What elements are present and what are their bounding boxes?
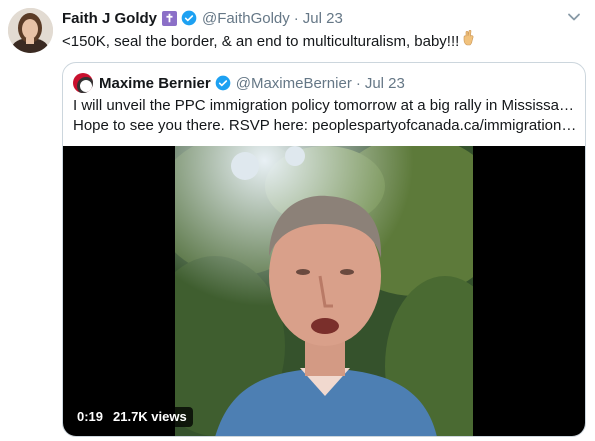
video-thumbnail <box>175 146 473 436</box>
quoted-tweet-card[interactable]: Maxime Bernier @MaximeBernier · Jul 23 I… <box>62 62 586 437</box>
tweet-timestamp[interactable]: Jul 23 <box>303 10 343 27</box>
quoted-author-handle: @MaximeBernier <box>235 74 352 92</box>
tweet-header: Faith J Goldy ✝ @FaithGoldy · Jul 23 <box>62 7 595 29</box>
tweet-body: <150K, seal the border, & an end to mult… <box>62 29 585 52</box>
video-player[interactable]: 0:19 21.7K views <box>63 146 585 436</box>
avatar-image <box>8 8 53 53</box>
quoted-text-line-1: I will unveil the PPC immigration policy… <box>73 97 578 114</box>
latin-cross-icon: ✝ <box>162 10 178 26</box>
quoted-text-line-2: Hope to see you there. RSVP here: people… <box>73 117 578 134</box>
quoted-author-avatar <box>73 73 93 93</box>
separator-dot: · <box>355 74 361 92</box>
crossed-fingers-icon <box>463 29 476 51</box>
author-handle[interactable]: @FaithGoldy <box>202 10 290 27</box>
verified-icon <box>215 75 231 91</box>
separator-dot: · <box>293 9 299 27</box>
quoted-tweet-body: I will unveil the PPC immigration policy… <box>73 96 578 136</box>
video-duration: 0:19 <box>71 407 110 427</box>
author-avatar[interactable] <box>8 8 53 53</box>
tweet-text: <150K, seal the border, & an end to mult… <box>62 33 460 50</box>
verified-icon <box>181 10 197 26</box>
author-name[interactable]: Faith J Goldy <box>62 10 157 27</box>
quoted-author-name: Maxime Bernier <box>99 74 211 92</box>
chevron-down-icon[interactable] <box>567 10 581 24</box>
video-view-count: 21.7K views <box>107 407 193 427</box>
quoted-tweet-header: Maxime Bernier @MaximeBernier · Jul 23 <box>73 72 405 94</box>
quoted-timestamp: Jul 23 <box>364 74 405 92</box>
